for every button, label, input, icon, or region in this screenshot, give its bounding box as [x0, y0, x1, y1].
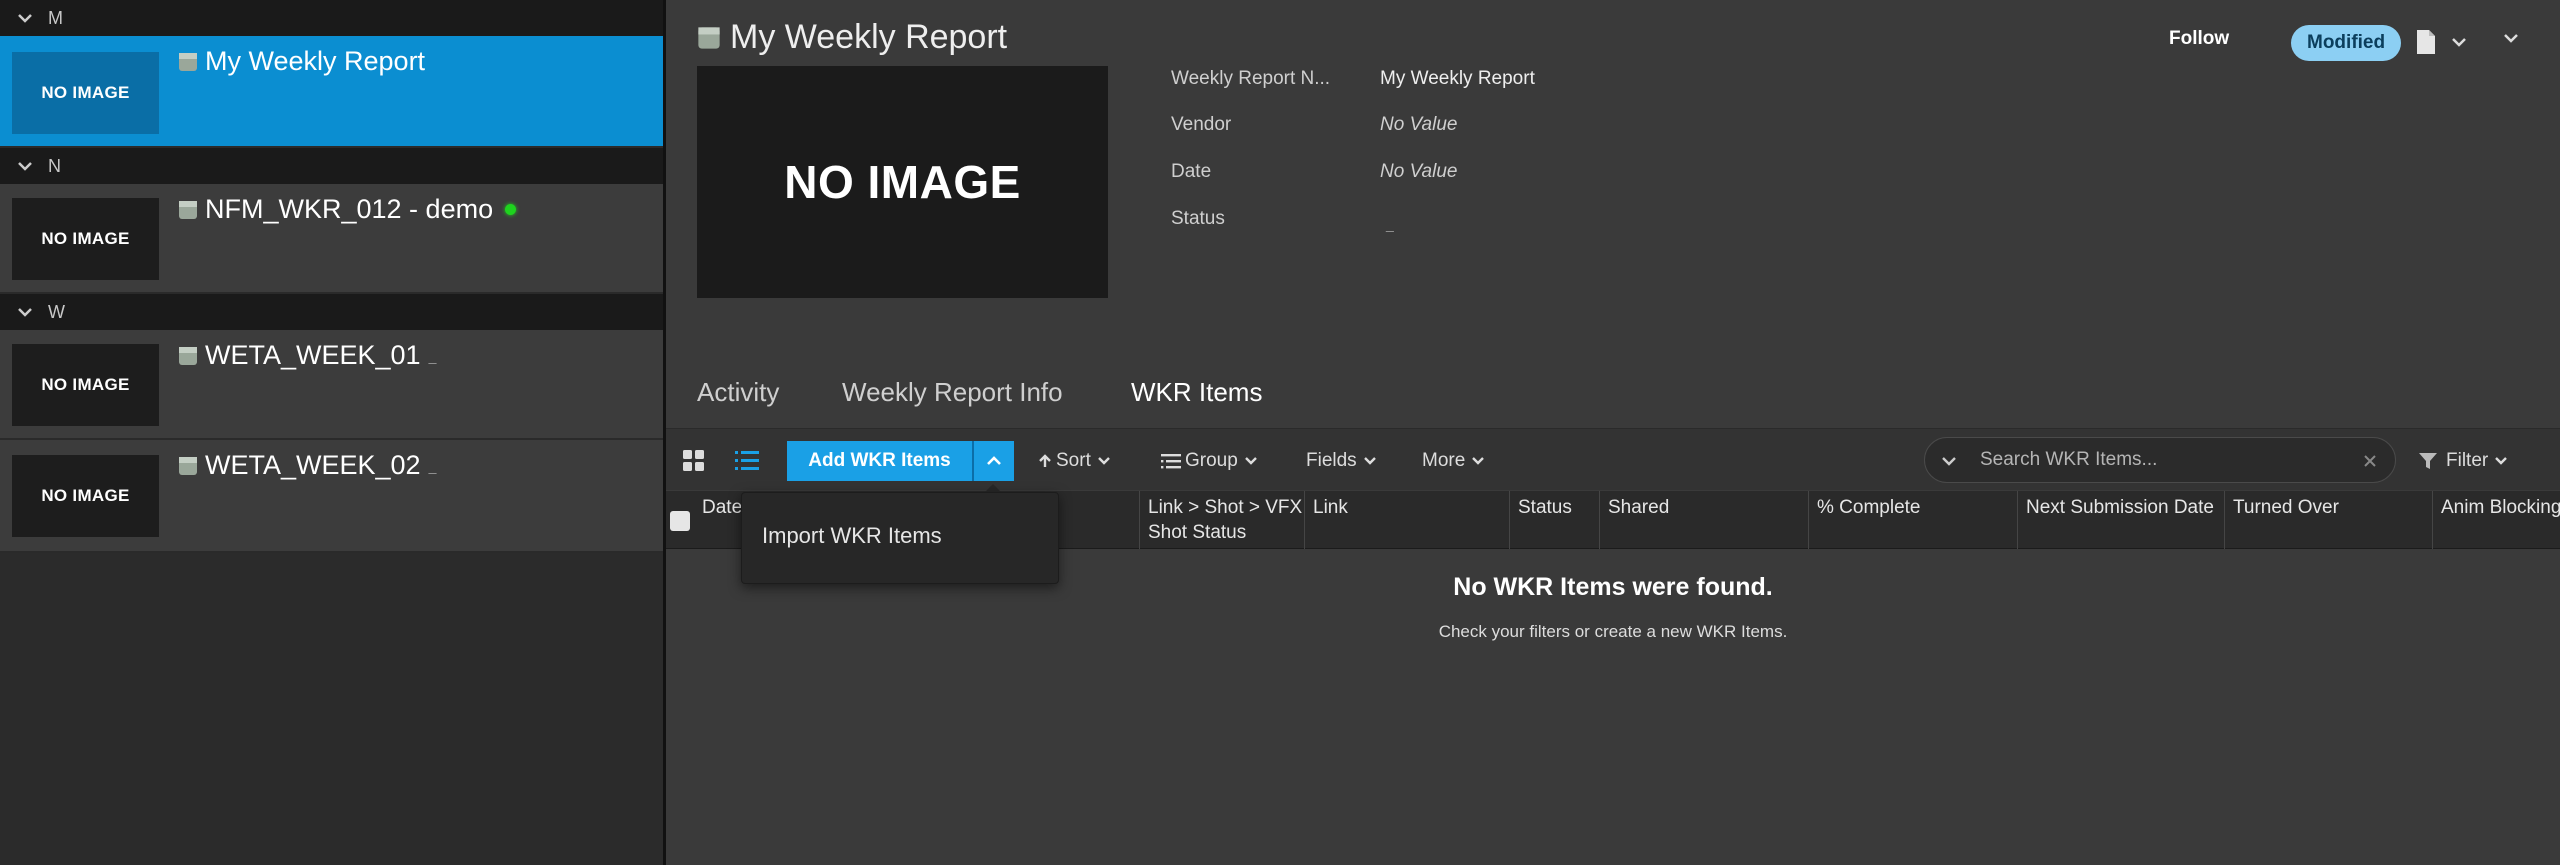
page-title-text: My Weekly Report	[730, 18, 1008, 56]
field-label-status: Status	[1171, 208, 1225, 229]
add-menu-toggle[interactable]	[974, 441, 1014, 481]
entity-list-panel: M NO IMAGE My Weekly Report N NO IMAGE N…	[0, 0, 663, 865]
thumbnail-placeholder: NO IMAGE	[12, 198, 159, 280]
chevron-down-icon[interactable]	[2451, 35, 2467, 49]
group-label: Group	[1185, 450, 1238, 471]
field-value-vendor[interactable]: No Value	[1380, 114, 1457, 136]
search-field[interactable]	[1924, 437, 2396, 483]
group-header-n[interactable]: N	[0, 148, 663, 184]
online-status-dot	[505, 204, 517, 215]
follow-button[interactable]: Follow	[2169, 28, 2229, 50]
group-letter: N	[48, 155, 61, 176]
column-header-shared[interactable]: Shared	[1599, 491, 1808, 549]
grid-toolbar: Add WKR Items Sort Group Fields More Sea…	[666, 428, 2560, 490]
column-header-status[interactable]: Status	[1509, 491, 1599, 549]
column-header-next-submission-date[interactable]: Next Submission Date	[2017, 491, 2224, 549]
sort-label: Sort	[1056, 450, 1091, 471]
list-view-icon[interactable]	[734, 449, 760, 473]
chevron-down-icon	[1472, 457, 1485, 465]
tab-activity[interactable]: Activity	[697, 377, 779, 408]
list-empty-area	[0, 553, 663, 865]
field-label-vendor: Vendor	[1171, 114, 1232, 135]
column-header-anim-blocking[interactable]: Anim Blocking	[2432, 491, 2560, 549]
detail-panel: My Weekly Report NO IMAGE Weekly Report …	[666, 0, 2560, 865]
chevron-down-icon	[18, 308, 32, 317]
group-header-m[interactable]: M	[0, 0, 663, 36]
list-item-title: NFM_WKR_012 - demo	[205, 194, 494, 224]
clear-search-icon[interactable]	[2363, 454, 2377, 468]
field-label-name: Weekly Report N...	[1171, 68, 1331, 89]
chevron-up-icon	[987, 456, 1001, 465]
list-item-title: My Weekly Report	[205, 46, 426, 76]
list-item-weta-week-01[interactable]: NO IMAGE WETA_WEEK_01 _	[0, 330, 663, 440]
entity-cube-icon	[698, 26, 720, 49]
filter-funnel-icon	[2419, 453, 2437, 469]
document-icon[interactable]	[2416, 29, 2436, 55]
field-value-name[interactable]: My Weekly Report	[1380, 68, 1535, 90]
add-dropdown-menu: Import WKR Items	[741, 492, 1059, 584]
chevron-down-icon	[2495, 457, 2508, 465]
entity-cube-icon	[179, 52, 197, 71]
select-all-checkbox[interactable]	[670, 511, 690, 531]
add-wkr-items-button[interactable]: Add WKR Items	[787, 441, 974, 481]
list-item-weta-week-02[interactable]: NO IMAGE WETA_WEEK_02 _	[0, 440, 663, 553]
column-header-link[interactable]: Link	[1304, 491, 1509, 549]
thumbnail-placeholder: NO IMAGE	[12, 52, 159, 134]
group-button[interactable]: Group	[1161, 450, 1258, 472]
column-header-percent-complete[interactable]: % Complete	[1808, 491, 2017, 549]
filter-button[interactable]: Filter	[2418, 450, 2508, 472]
empty-state-subtitle: Check your filters or create a new WKR I…	[1438, 622, 1788, 641]
field-label-date: Date	[1171, 161, 1212, 182]
sort-arrow-icon	[1039, 454, 1051, 467]
column-header-turned-over[interactable]: Turned Over	[2224, 491, 2432, 549]
list-item-suffix: _	[428, 457, 437, 474]
entity-cube-icon	[179, 346, 197, 365]
chevron-down-icon	[18, 14, 32, 23]
list-item-nfm-wkr-012[interactable]: NO IMAGE NFM_WKR_012 - demo	[0, 184, 663, 294]
import-wkr-items-menu-item[interactable]: Import WKR Items	[762, 523, 942, 549]
group-letter: W	[48, 301, 65, 322]
hero-thumbnail[interactable]: NO IMAGE	[697, 66, 1108, 298]
thumbnail-placeholder: NO IMAGE	[12, 455, 159, 537]
more-label: More	[1422, 450, 1466, 471]
chevron-down-icon[interactable]	[2503, 31, 2519, 45]
list-item-title: WETA_WEEK_02	[205, 450, 421, 480]
grid-view-icon[interactable]	[682, 449, 706, 473]
tab-wkr-items[interactable]: WKR Items	[1131, 377, 1262, 408]
more-button[interactable]: More	[1422, 450, 1485, 472]
tab-weekly-report-info[interactable]: Weekly Report Info	[842, 377, 1063, 408]
entity-cube-icon	[179, 456, 197, 475]
chevron-down-icon	[18, 162, 32, 171]
list-item-title: WETA_WEEK_01	[205, 340, 421, 370]
list-item-suffix: _	[428, 347, 437, 364]
thumbnail-placeholder: NO IMAGE	[12, 344, 159, 426]
chevron-down-icon	[1098, 457, 1110, 465]
field-value-date[interactable]: No Value	[1380, 161, 1457, 183]
chevron-down-icon[interactable]	[1941, 455, 1957, 467]
column-header-vfx-shot-status[interactable]: Link > Shot > VFX Shot Status	[1139, 491, 1304, 549]
sort-button[interactable]: Sort	[1038, 450, 1111, 472]
fields-label: Fields	[1306, 450, 1357, 471]
filter-label: Filter	[2446, 450, 2489, 471]
field-value-status[interactable]: _	[1386, 216, 1394, 232]
list-item-my-weekly-report[interactable]: NO IMAGE My Weekly Report	[0, 36, 663, 148]
group-lines-icon	[1161, 454, 1181, 469]
status-badge[interactable]: Modified	[2291, 25, 2402, 61]
search-input[interactable]	[1980, 446, 2360, 474]
group-letter: M	[48, 7, 63, 28]
page-title: My Weekly Report	[696, 18, 1007, 57]
chevron-down-icon	[1244, 457, 1257, 465]
entity-cube-icon	[179, 200, 197, 219]
chevron-down-icon	[1363, 457, 1376, 465]
group-header-w[interactable]: W	[0, 294, 663, 330]
fields-button[interactable]: Fields	[1306, 450, 1377, 472]
